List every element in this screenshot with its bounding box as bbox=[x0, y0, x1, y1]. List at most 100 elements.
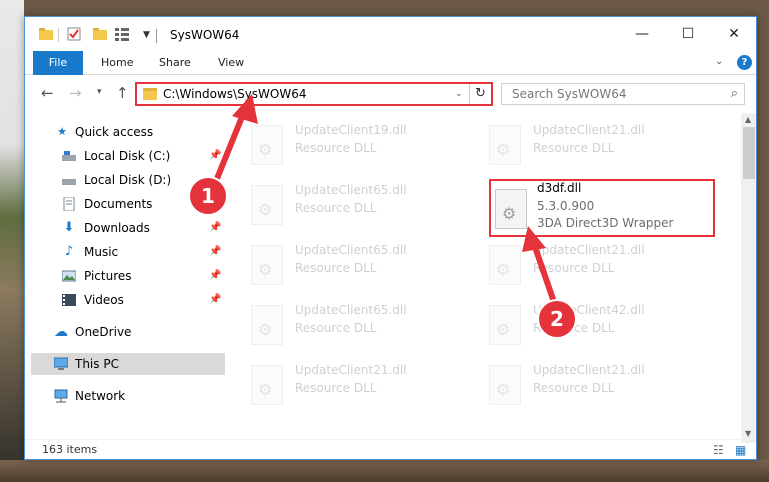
address-dropdown-icon[interactable]: ⌄ bbox=[455, 89, 463, 99]
up-arrow-icon[interactable]: ↑ bbox=[116, 84, 129, 102]
file-item[interactable]: ⚙ UpdateClient65.dll Resource DLL bbox=[251, 183, 471, 239]
tab-home[interactable]: Home bbox=[101, 51, 133, 75]
scroll-down-icon[interactable]: ▼ bbox=[745, 429, 751, 438]
recent-locations-chevron-icon[interactable]: ▾ bbox=[97, 87, 102, 97]
highlighted-file-item[interactable]: ⚙ d3df.dll 5.3.0.900 3DA Direct3D Wrappe… bbox=[489, 179, 715, 237]
sidebar-item-onedrive[interactable]: ☁ OneDrive bbox=[25, 321, 225, 343]
item-count: 163 items bbox=[42, 443, 98, 456]
dll-file-icon: ⚙ bbox=[495, 189, 527, 229]
sidebar-item-label: Quick access bbox=[75, 125, 154, 139]
search-input[interactable]: Search SysWOW64 ⌕ bbox=[501, 83, 745, 105]
sidebar-item-label: Local Disk (D:) bbox=[84, 173, 172, 187]
folder-icon[interactable] bbox=[39, 27, 53, 41]
file-item[interactable]: ⚙ UpdateClient19.dll Resource DLL bbox=[251, 123, 471, 179]
callout-2: 2 bbox=[537, 299, 577, 339]
folder-icon bbox=[143, 88, 157, 100]
dll-file-icon: ⚙ bbox=[489, 305, 521, 345]
search-icon[interactable]: ⌕ bbox=[731, 86, 738, 101]
file-name: d3df.dll bbox=[537, 181, 582, 195]
sidebar-item-label: Downloads bbox=[84, 221, 150, 235]
sidebar-item-pictures[interactable]: Pictures 📌 bbox=[25, 265, 225, 287]
minimize-button[interactable]: — bbox=[619, 17, 665, 51]
close-button[interactable]: ✕ bbox=[711, 17, 756, 51]
file-version: 5.3.0.900 bbox=[537, 199, 595, 213]
tiles-view-icon[interactable]: ▦ bbox=[735, 443, 746, 457]
pin-icon[interactable]: 📌 bbox=[209, 145, 221, 167]
drive-icon bbox=[62, 173, 76, 187]
sidebar-item-music[interactable]: ♪ Music 📌 bbox=[25, 241, 225, 263]
videos-icon bbox=[62, 293, 76, 307]
dll-file-icon: ⚙ bbox=[251, 185, 283, 225]
title-bar: ▼ SysWOW64 — ☐ ✕ bbox=[25, 17, 756, 51]
sidebar-item-downloads[interactable]: ⬇ Downloads 📌 bbox=[25, 217, 225, 239]
file-name: UpdateClient65.dll bbox=[295, 243, 407, 257]
sidebar-item-this-pc[interactable]: This PC bbox=[31, 353, 225, 375]
file-name: UpdateClient21.dll bbox=[295, 363, 407, 377]
file-description: Resource DLL bbox=[295, 261, 377, 275]
sidebar-item-label: This PC bbox=[75, 357, 119, 371]
forward-arrow-icon[interactable]: → bbox=[69, 84, 82, 102]
view-options-icon[interactable] bbox=[115, 27, 129, 41]
sidebar-item-quick-access[interactable]: ★ Quick access bbox=[25, 121, 225, 143]
toolbar-divider bbox=[58, 28, 59, 42]
file-item[interactable]: ⚙ UpdateClient65.dll Resource DLL bbox=[251, 303, 471, 359]
network-icon bbox=[54, 389, 68, 403]
tab-share[interactable]: Share bbox=[159, 51, 191, 75]
scrollbar-thumb[interactable] bbox=[743, 127, 755, 179]
sidebar-item-label: Videos bbox=[84, 293, 124, 307]
file-description: 3DA Direct3D Wrapper bbox=[537, 216, 674, 230]
file-item-d3df[interactable]: ⚙ bbox=[495, 185, 711, 241]
file-description: Resource DLL bbox=[295, 321, 377, 335]
sidebar-item-label: Music bbox=[84, 245, 119, 259]
dll-file-icon: ⚙ bbox=[251, 365, 283, 405]
scroll-up-icon[interactable]: ▲ bbox=[745, 115, 751, 124]
pin-icon[interactable]: 📌 bbox=[209, 241, 221, 263]
sidebar-item-videos[interactable]: Videos 📌 bbox=[25, 289, 225, 311]
dll-file-icon: ⚙ bbox=[489, 245, 521, 285]
dll-file-icon: ⚙ bbox=[251, 125, 283, 165]
sidebar-item-label: Documents bbox=[84, 197, 153, 211]
vertical-scrollbar[interactable]: ▲ ▼ bbox=[741, 113, 756, 443]
expand-ribbon-icon[interactable]: ⌄ bbox=[715, 56, 723, 67]
file-description: Resource DLL bbox=[533, 141, 615, 155]
dll-file-icon: ⚙ bbox=[251, 245, 283, 285]
status-bar: 163 items ☷ ▦ bbox=[25, 439, 756, 459]
sidebar-item-network[interactable]: Network bbox=[25, 385, 225, 407]
file-explorer-window: ▼ SysWOW64 — ☐ ✕ File Home Share View ⌄ … bbox=[24, 16, 757, 460]
file-item[interactable]: ⚙ UpdateClient21.dll Resource DLL bbox=[489, 363, 709, 419]
title-divider bbox=[156, 29, 157, 43]
tab-file[interactable]: File bbox=[33, 51, 83, 75]
file-item[interactable]: ⚙ UpdateClient65.dll Resource DLL bbox=[251, 243, 471, 299]
pin-icon[interactable]: 📌 bbox=[209, 289, 221, 311]
quick-access-dropdown-icon[interactable]: ▼ bbox=[143, 30, 150, 40]
pin-icon[interactable]: 📌 bbox=[209, 217, 221, 239]
details-view-icon[interactable]: ☷ bbox=[713, 443, 724, 457]
documents-icon bbox=[62, 196, 76, 212]
window-title: SysWOW64 bbox=[170, 28, 240, 42]
address-path[interactable]: C:\Windows\SysWOW64 bbox=[163, 87, 307, 101]
drive-icon bbox=[62, 149, 76, 163]
callout-1: 1 bbox=[188, 176, 228, 216]
file-item[interactable]: ⚙ UpdateClient21.dll Resource DLL bbox=[251, 363, 471, 419]
refresh-icon[interactable]: ↻ bbox=[469, 84, 491, 104]
back-arrow-icon[interactable]: ← bbox=[41, 84, 54, 102]
file-item[interactable]: ⚙ UpdateClient42.dll Resource DLL bbox=[489, 303, 709, 359]
file-name: UpdateClient21.dll bbox=[533, 243, 645, 257]
new-folder-icon[interactable] bbox=[93, 27, 107, 41]
pin-icon[interactable]: 📌 bbox=[209, 265, 221, 287]
properties-icon[interactable] bbox=[67, 27, 81, 41]
file-item[interactable]: ⚙ UpdateClient21.dll Resource DLL bbox=[489, 243, 709, 299]
file-name: UpdateClient21.dll bbox=[533, 363, 645, 377]
maximize-button[interactable]: ☐ bbox=[665, 17, 711, 51]
help-icon[interactable]: ? bbox=[737, 55, 752, 70]
cloud-icon: ☁ bbox=[54, 324, 68, 340]
tab-view[interactable]: View bbox=[218, 51, 244, 75]
navigation-bar: ← → ▾ ↑ C:\Windows\SysWOW64 ⌄ ↻ Search S… bbox=[25, 77, 756, 109]
address-bar[interactable]: C:\Windows\SysWOW64 ⌄ ↻ bbox=[135, 82, 493, 106]
file-description: Resource DLL bbox=[533, 261, 615, 275]
file-name: UpdateClient65.dll bbox=[295, 303, 407, 317]
file-description: Resource DLL bbox=[295, 141, 377, 155]
sidebar-item-label: Local Disk (C:) bbox=[84, 149, 171, 163]
sidebar-item-local-disk-c[interactable]: Local Disk (C:) 📌 bbox=[25, 145, 225, 167]
file-item[interactable]: ⚙ UpdateClient21.dll Resource DLL bbox=[489, 123, 709, 179]
